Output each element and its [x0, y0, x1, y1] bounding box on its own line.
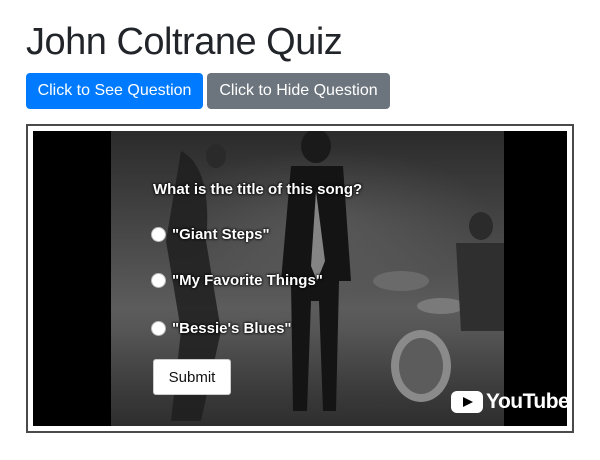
radio-button[interactable]: [151, 226, 166, 242]
submit-button[interactable]: Submit: [153, 359, 231, 395]
radio-button[interactable]: [151, 272, 166, 288]
youtube-logo-link[interactable]: YouTube: [451, 389, 567, 415]
video-frame: What is the title of this song? "Giant S…: [26, 124, 574, 433]
youtube-play-icon: [451, 391, 483, 413]
answer-label: "My Favorite Things": [172, 271, 323, 289]
radio-button[interactable]: [151, 320, 166, 336]
answer-option-bessies-blues[interactable]: "Bessie's Blues": [151, 318, 292, 338]
answer-option-giant-steps[interactable]: "Giant Steps": [151, 224, 270, 244]
youtube-wordmark: YouTube: [486, 390, 567, 413]
quiz-page: John Coltrane Quiz Click to See Question…: [0, 0, 600, 460]
page-title: John Coltrane Quiz: [26, 21, 343, 63]
show-question-button[interactable]: Click to See Question: [26, 73, 203, 109]
answer-label: "Bessie's Blues": [172, 319, 292, 337]
answer-option-my-favorite-things[interactable]: "My Favorite Things": [151, 270, 323, 290]
answer-label: "Giant Steps": [172, 225, 270, 243]
quiz-question: What is the title of this song?: [153, 181, 363, 198]
hide-question-button[interactable]: Click to Hide Question: [207, 73, 390, 109]
video-player[interactable]: What is the title of this song? "Giant S…: [33, 131, 567, 426]
